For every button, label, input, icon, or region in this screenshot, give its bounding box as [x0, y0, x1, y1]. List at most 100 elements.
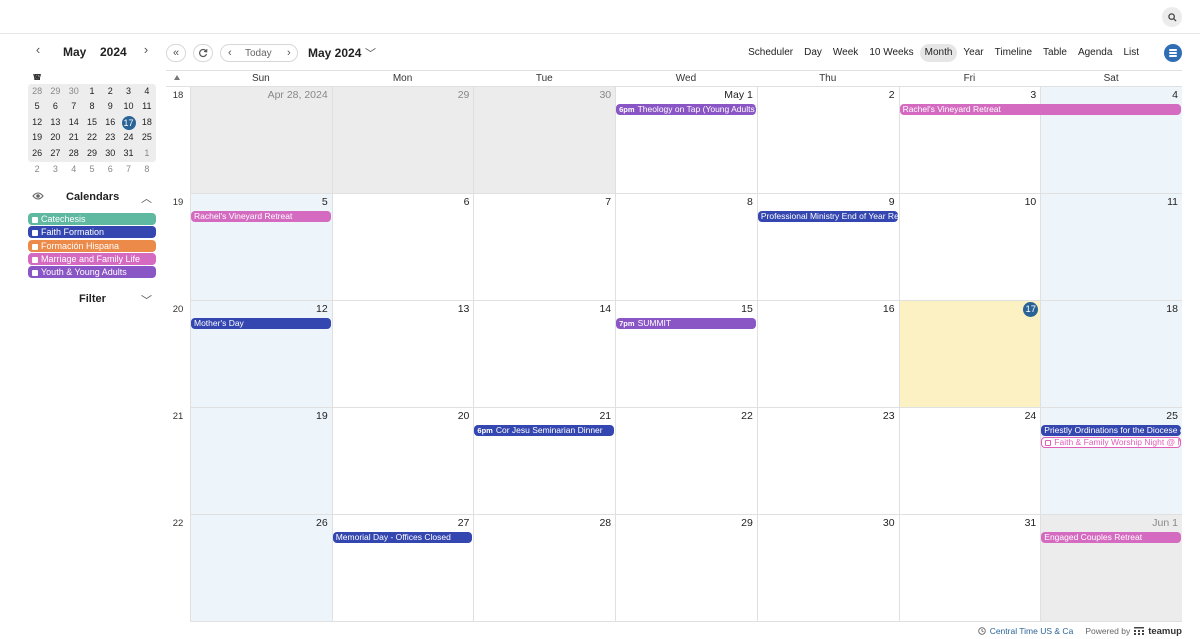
day-cell[interactable]: 30	[473, 87, 616, 194]
mini-day[interactable]: 22	[83, 130, 101, 146]
mini-day[interactable]: 17	[119, 115, 137, 131]
mini-day[interactable]: 16	[101, 115, 119, 131]
day-number[interactable]: 2	[889, 89, 895, 101]
mini-day[interactable]: 20	[46, 130, 64, 146]
day-number[interactable]: 4	[1172, 89, 1178, 101]
day-cell[interactable]: 26	[190, 515, 332, 622]
day-number[interactable]: 3	[1030, 89, 1036, 101]
day-number[interactable]: 22	[741, 410, 753, 422]
view-tab-year[interactable]: Year	[958, 44, 988, 62]
day-number[interactable]: 27	[458, 517, 470, 529]
day-number[interactable]: 18	[1166, 303, 1178, 315]
mini-day[interactable]: 23	[101, 130, 119, 146]
day-number[interactable]: 26	[316, 517, 328, 529]
day-cell[interactable]: 2	[756, 87, 899, 194]
filter-header[interactable]: Filter ﹀	[20, 292, 162, 308]
day-cell[interactable]: 17	[898, 301, 1041, 408]
day-number[interactable]: 11	[1167, 196, 1178, 208]
day-cell[interactable]: 10	[898, 194, 1041, 301]
day-number[interactable]: 13	[458, 303, 470, 315]
day-number[interactable]: 29	[741, 517, 753, 529]
day-number[interactable]: 23	[883, 410, 895, 422]
week-number[interactable]: 20	[166, 301, 190, 408]
chevron-up-icon[interactable]: ︿	[141, 190, 152, 206]
event-chip[interactable]: 6pm Theology on Tap (Young Adults)	[616, 104, 756, 115]
mini-day[interactable]: 6	[101, 162, 119, 178]
mini-day[interactable]: 4	[138, 84, 156, 100]
mini-day[interactable]: 29	[46, 84, 64, 100]
day-number[interactable]: 24	[1025, 410, 1037, 422]
mini-day[interactable]: 28	[28, 84, 46, 100]
day-cell[interactable]: 29	[615, 515, 757, 622]
mini-prev-month-button[interactable]: ‹	[32, 43, 44, 56]
day-cell[interactable]: 28	[473, 515, 616, 622]
mini-next-month-button[interactable]: ›	[140, 43, 152, 56]
day-number[interactable]: 7	[605, 196, 611, 208]
view-tab-table[interactable]: Table	[1038, 44, 1072, 62]
mini-day[interactable]: 4	[65, 162, 83, 178]
day-number[interactable]: May 1	[724, 89, 753, 101]
mini-day[interactable]: 1	[138, 146, 156, 162]
day-cell[interactable]: 29	[331, 87, 474, 194]
chevron-down-icon[interactable]: ﹀	[141, 292, 152, 308]
day-number[interactable]: 14	[599, 303, 611, 315]
mini-day[interactable]: 21	[65, 130, 83, 146]
event-chip[interactable]: Mother's Day	[191, 318, 331, 329]
day-number[interactable]: 5	[322, 196, 328, 208]
day-cell[interactable]: 14	[473, 301, 616, 408]
day-cell[interactable]: 19	[190, 408, 332, 515]
mini-day[interactable]: 18	[138, 115, 156, 131]
view-tab-agenda[interactable]: Agenda	[1073, 44, 1117, 62]
event-chip[interactable]: Engaged Couples Retreat	[1041, 532, 1181, 543]
day-number[interactable]: 12	[316, 303, 328, 315]
mini-day[interactable]: 3	[46, 162, 64, 178]
day-number[interactable]: 10	[1025, 196, 1037, 208]
event-chip[interactable]: Rachel's Vineyard Retreat	[191, 211, 331, 222]
day-number[interactable]: 9	[889, 196, 895, 208]
event-chip[interactable]: 7pm SUMMIT	[616, 318, 756, 329]
main-menu-button[interactable]	[1164, 44, 1182, 62]
mini-day[interactable]: 30	[101, 146, 119, 162]
collapse-sidebar-button[interactable]: «	[166, 44, 186, 62]
mini-day[interactable]: 7	[65, 99, 83, 115]
timezone-link[interactable]: Central Time US & Ca	[990, 626, 1074, 636]
day-number[interactable]: 29	[458, 89, 470, 101]
today-button[interactable]: Today	[245, 48, 272, 59]
mini-day[interactable]: 1	[83, 84, 101, 100]
calendar-item[interactable]: Faith Formation	[28, 226, 156, 239]
day-cell[interactable]: 16	[756, 301, 899, 408]
event-chip[interactable]: Faith & Family Worship Night @ N	[1041, 437, 1181, 448]
event-chip[interactable]: 6pm Cor Jesu Seminarian Dinner	[474, 425, 615, 436]
mini-day[interactable]: 3	[119, 84, 137, 100]
mini-day[interactable]: 10	[119, 99, 137, 115]
event-chip[interactable]: Priestly Ordinations for the Diocese of	[1041, 425, 1181, 436]
today-day-number[interactable]: 17	[1023, 302, 1039, 317]
mini-day[interactable]: 29	[83, 146, 101, 162]
day-number[interactable]: Apr 28, 2024	[268, 89, 328, 101]
mini-year-label[interactable]: 2024	[100, 45, 127, 59]
mini-day[interactable]: 15	[83, 115, 101, 131]
teamup-brand[interactable]: teamup	[1148, 626, 1182, 637]
day-number[interactable]: Jun 1	[1152, 517, 1178, 529]
day-cell[interactable]: 6	[331, 194, 474, 301]
mini-day[interactable]: 28	[65, 146, 83, 162]
refresh-button[interactable]	[193, 44, 213, 62]
event-chip[interactable]: Professional Ministry End of Year Retrea…	[757, 211, 898, 222]
day-number[interactable]: 8	[747, 196, 753, 208]
mini-day[interactable]: 9	[101, 99, 119, 115]
week-number[interactable]: 21	[166, 408, 190, 515]
mini-day[interactable]: 13	[46, 115, 64, 131]
eye-icon[interactable]	[32, 191, 44, 201]
day-cell[interactable]: 8	[615, 194, 757, 301]
day-cell[interactable]: 31	[898, 515, 1041, 622]
mini-day[interactable]: 7	[119, 162, 137, 178]
day-number[interactable]: 28	[599, 517, 611, 529]
calendar-item[interactable]: Formación Hispana	[28, 239, 156, 252]
mini-day[interactable]: 6	[46, 99, 64, 115]
day-cell[interactable]: 7	[473, 194, 616, 301]
day-number[interactable]: 31	[1025, 517, 1037, 529]
next-period-button[interactable]: ›	[287, 47, 291, 59]
day-number[interactable]: 6	[464, 196, 470, 208]
view-tab-scheduler[interactable]: Scheduler	[743, 44, 798, 62]
event-chip[interactable]: Memorial Day - Offices Closed	[332, 532, 473, 543]
